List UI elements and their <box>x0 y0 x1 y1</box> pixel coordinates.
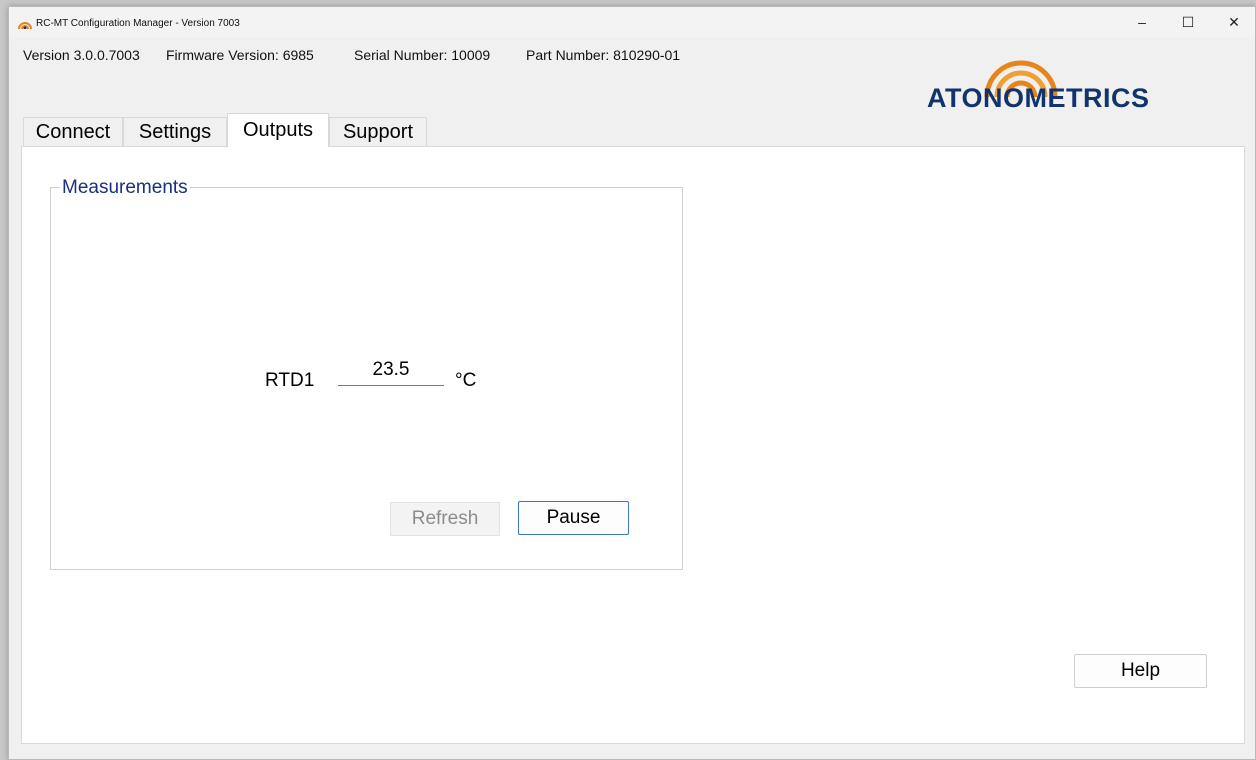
maximize-button[interactable]: ☐ <box>1165 7 1211 37</box>
window-title: RC-MT Configuration Manager - Version 70… <box>36 18 240 29</box>
outputs-panel: Measurements RTD1 23.5 °C Refresh Pause … <box>21 146 1245 744</box>
tab-support[interactable]: Support <box>329 117 427 147</box>
close-button[interactable]: ✕ <box>1211 7 1256 37</box>
firmware-version: Firmware Version: 6985 <box>166 47 314 63</box>
pause-button[interactable]: Pause <box>518 501 629 535</box>
measurements-title: Measurements <box>60 177 190 199</box>
tab-connect[interactable]: Connect <box>23 117 123 147</box>
part-number: Part Number: 810290-01 <box>526 47 681 63</box>
refresh-button[interactable]: Refresh <box>390 502 500 536</box>
tab-outputs[interactable]: Outputs <box>227 113 329 147</box>
company-logo: ATONOMETRICS <box>927 57 1157 117</box>
rtd1-unit: °C <box>455 370 477 391</box>
logo-text: ATONOMETRICS <box>927 83 1150 113</box>
title-bar[interactable]: RC-MT Configuration Manager - Version 70… <box>9 7 1255 37</box>
rtd1-value-field[interactable]: 23.5 <box>338 355 444 386</box>
minimize-button[interactable]: – <box>1119 7 1165 37</box>
tab-settings[interactable]: Settings <box>123 117 227 147</box>
app-window: RC-MT Configuration Manager - Version 70… <box>8 6 1256 760</box>
help-button[interactable]: Help <box>1074 654 1207 688</box>
software-version: Version 3.0.0.7003 <box>23 47 140 63</box>
app-logo-icon <box>18 22 32 29</box>
rtd1-label: RTD1 <box>265 370 315 391</box>
serial-number: Serial Number: 10009 <box>354 47 491 63</box>
